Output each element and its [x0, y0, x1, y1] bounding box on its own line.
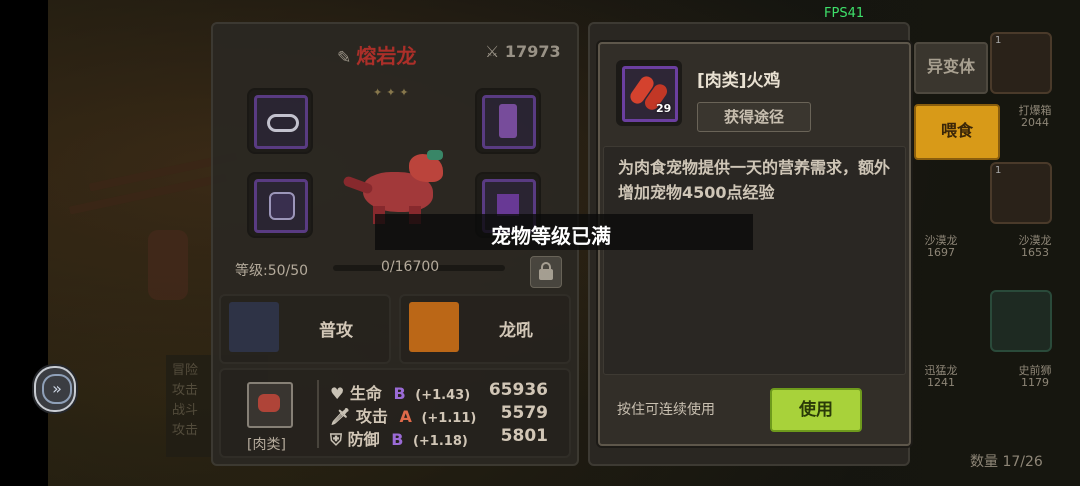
- equip-slot-armor[interactable]: [475, 88, 541, 154]
- pet-name-row: ✎ 熔岩龙: [337, 40, 417, 68]
- stat-name: 防御: [347, 430, 380, 449]
- pencil-icon[interactable]: ✎: [337, 48, 351, 68]
- food-type-label: [肉类]: [247, 437, 286, 453]
- stat-value-attack: 5579: [500, 403, 548, 423]
- stat-row-attack: 🗡 攻击 A (+1.11): [330, 403, 477, 426]
- feed-tab-label: 喂食: [940, 121, 973, 140]
- stat-bonus: (+1.43): [415, 388, 471, 403]
- player-character: [148, 230, 188, 300]
- skill-name: 龙吼: [499, 321, 533, 341]
- pet-card-number: 1179: [1021, 376, 1049, 389]
- ring-collar-icon: [254, 95, 308, 149]
- toast-text: 宠物等级已满: [491, 224, 611, 248]
- obtain-source-label: 获得途径: [723, 108, 784, 126]
- toast-message: 宠物等级已满: [375, 214, 753, 250]
- pet-count-label: 数量 17/26: [970, 454, 1043, 470]
- mutant-tab[interactable]: 异变体: [914, 42, 988, 94]
- double-chevron-right-icon: »: [42, 374, 72, 404]
- roar-icon: [409, 302, 459, 352]
- card-slot-number: 1: [995, 35, 1002, 46]
- stat-value-defense: 5801: [500, 426, 548, 446]
- mutant-tab-label: 异变体: [926, 57, 975, 76]
- power-value: 17973: [504, 42, 561, 61]
- stat-name: 攻击: [355, 407, 388, 426]
- stat-row-hp: ♥ 生命 B (+1.43): [330, 380, 471, 403]
- gem-amulet-icon: [254, 179, 308, 233]
- pet-card-number: 1653: [1021, 246, 1049, 259]
- stat-value-hp: 65936: [488, 380, 548, 400]
- left-letterbox: [0, 0, 48, 486]
- pet-card-number: 1697: [927, 246, 955, 259]
- stat-row-defense: ⛨ 防御 B (+1.18): [330, 426, 468, 449]
- use-label: 使用: [799, 400, 833, 420]
- item-icon-frame[interactable]: 29: [616, 60, 682, 126]
- stats-divider: [317, 380, 319, 448]
- hold-hint: 按住可连续使用: [617, 402, 715, 418]
- item-description-box: 为肉食宠物提供一天的营养需求，额外增加宠物4500点经验: [603, 146, 906, 375]
- use-button[interactable]: 使用: [770, 388, 862, 432]
- level-label: 等级:50/50: [235, 263, 309, 279]
- pet-card[interactable]: 1: [990, 162, 1052, 224]
- feed-tab[interactable]: 喂食: [914, 104, 1000, 160]
- sword-icon: 🗡: [330, 407, 351, 426]
- pet-card[interactable]: 1: [990, 32, 1052, 94]
- equip-slot-gem[interactable]: [247, 172, 313, 238]
- pet-card-number: 1241: [927, 376, 955, 389]
- shield-icon: ⛨: [330, 430, 343, 449]
- skill-basic-attack[interactable]: 普攻: [219, 294, 391, 364]
- claw-icon: [229, 302, 279, 352]
- fps-counter: FPS41: [824, 6, 865, 21]
- fence-decoration: [68, 173, 228, 215]
- exp-text: 0/16700: [381, 259, 440, 275]
- item-name: [肉类]火鸡: [697, 71, 781, 91]
- equip-slot-collar[interactable]: [247, 88, 313, 154]
- lock-button[interactable]: [530, 256, 562, 288]
- meat-icon: [258, 394, 280, 412]
- food-type-slot[interactable]: [247, 382, 293, 428]
- crossed-swords-icon: ⚔: [485, 42, 500, 61]
- pet-power: ⚔ 17973: [485, 42, 561, 61]
- pet-stars: ✦✦✦: [373, 86, 413, 99]
- skill-name: 普攻: [319, 321, 353, 341]
- stat-name: 生命: [349, 384, 382, 403]
- stat-bonus: (+1.11): [421, 411, 477, 426]
- heart-icon: ♥: [330, 384, 345, 403]
- skill-dragon-roar[interactable]: 龙吼: [399, 294, 571, 364]
- pet-card[interactable]: [990, 290, 1052, 352]
- armor-tube-icon: [482, 95, 536, 149]
- stat-grade: B: [393, 384, 406, 403]
- expand-side-menu-button[interactable]: »: [34, 366, 76, 412]
- card-slot-number: 1: [995, 165, 1002, 176]
- item-count-badge: 29: [656, 102, 672, 115]
- item-description: 为肉食宠物提供一天的营养需求，额外增加宠物4500点经验: [618, 158, 891, 202]
- stat-bonus: (+1.18): [412, 434, 468, 449]
- stat-grade: A: [399, 407, 412, 426]
- stat-grade: B: [391, 430, 404, 449]
- pet-name: 熔岩龙: [356, 44, 417, 68]
- obtain-source-button[interactable]: 获得途径: [697, 102, 811, 132]
- pet-card-number: 2044: [1021, 116, 1049, 129]
